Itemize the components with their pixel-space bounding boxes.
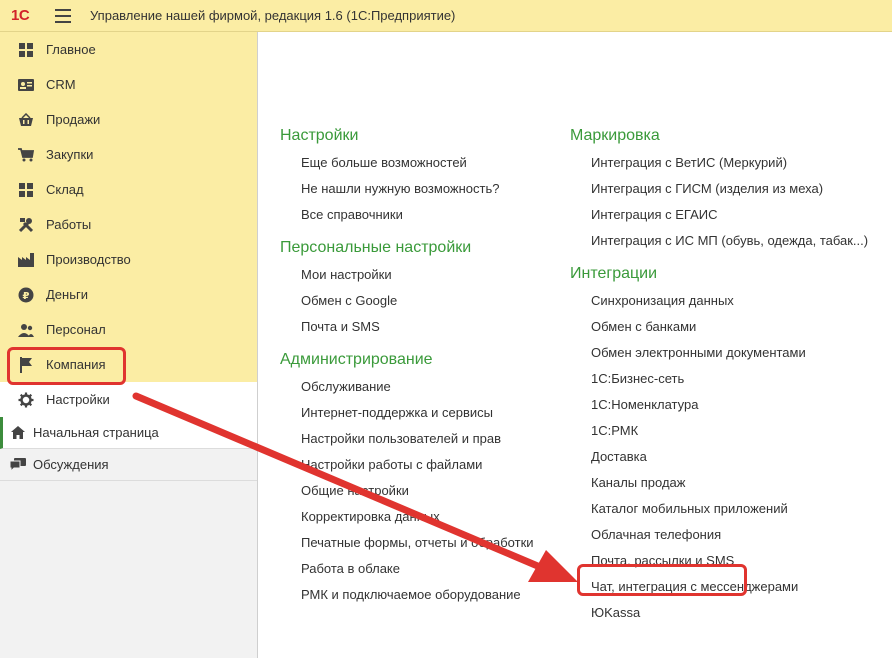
- group-title: Настройки: [280, 127, 359, 144]
- link-not-found-feature[interactable]: Не нашли нужную возможность?: [280, 176, 534, 202]
- link-cloud-telephony[interactable]: Облачная телефония: [570, 522, 868, 548]
- home-icon: [10, 425, 26, 441]
- left-column: Настройки Еще больше возможностей Не наш…: [280, 124, 534, 608]
- menu-icon[interactable]: [55, 9, 71, 23]
- discussions-item[interactable]: Обсуждения: [0, 449, 257, 481]
- section-label: Деньги: [46, 287, 88, 302]
- section-money[interactable]: ₽ Деньги: [0, 277, 257, 312]
- app-title: Управление нашей фирмой, редакция 1.6 (1…: [90, 8, 456, 23]
- section-sales[interactable]: Продажи: [0, 102, 257, 137]
- link-maintenance[interactable]: Обслуживание: [280, 374, 534, 400]
- section-crm[interactable]: CRM: [0, 67, 257, 102]
- section-label: Закупки: [46, 147, 94, 162]
- group-title: Маркировка: [570, 127, 660, 144]
- link-data-correction[interactable]: Корректировка данных: [280, 504, 534, 530]
- section-works[interactable]: Работы: [0, 207, 257, 242]
- section-purchases[interactable]: Закупки: [0, 137, 257, 172]
- section-production[interactable]: Производство: [0, 242, 257, 277]
- link-yukassa[interactable]: ЮKassa: [570, 600, 868, 626]
- contacts-icon: [17, 76, 35, 94]
- link-all-catalogs[interactable]: Все справочники: [280, 202, 534, 228]
- link-rmk[interactable]: 1С:РМК: [570, 418, 868, 444]
- section-main[interactable]: Главное: [0, 32, 257, 67]
- factory-icon: [17, 251, 35, 269]
- group-title: Персональные настройки: [280, 239, 472, 256]
- section-label: Главное: [46, 42, 96, 57]
- link-mail-sms[interactable]: Почта и SMS: [280, 314, 534, 340]
- settings-highlight: [7, 347, 126, 385]
- ruble-coin-icon: ₽: [17, 286, 35, 304]
- link-general-settings[interactable]: Общие настройки: [280, 478, 534, 504]
- section-personnel[interactable]: Персонал: [0, 312, 257, 347]
- link-gism[interactable]: Интеграция с ГИСМ (изделия из меха): [570, 176, 868, 202]
- section-settings[interactable]: Настройки: [0, 382, 257, 417]
- link-cloud-work[interactable]: Работа в облаке: [280, 556, 534, 582]
- link-file-settings[interactable]: Настройки работы с файлами: [280, 452, 534, 478]
- link-egais[interactable]: Интеграция с ЕГАИС: [570, 202, 868, 228]
- basket-icon: [17, 111, 35, 129]
- link-is-mp[interactable]: Интеграция с ИС МП (обувь, одежда, табак…: [570, 228, 868, 254]
- sections-panel: Главное CRM Продажи Закупки Склад Работы…: [0, 32, 257, 382]
- link-google-exchange[interactable]: Обмен с Google: [280, 288, 534, 314]
- link-data-sync[interactable]: Синхронизация данных: [570, 288, 868, 314]
- gear-icon: [17, 391, 35, 409]
- section-label: CRM: [46, 77, 76, 92]
- discussions-label: Обсуждения: [33, 457, 109, 472]
- link-edi[interactable]: Обмен электронными документами: [570, 340, 868, 366]
- link-pos-equipment[interactable]: РМК и подключаемое оборудование: [280, 582, 534, 608]
- boxes-icon: [17, 181, 35, 199]
- 1c-logo: 1С: [11, 7, 30, 24]
- right-column: Маркировка Интеграция с ВетИС (Меркурий)…: [570, 124, 868, 626]
- home-page-label: Начальная страница: [33, 425, 159, 440]
- link-mobile-apps[interactable]: Каталог мобильных приложений: [570, 496, 868, 522]
- section-label: Склад: [46, 182, 84, 197]
- home-page-item[interactable]: Начальная страница: [0, 417, 257, 449]
- section-label: Работы: [46, 217, 92, 232]
- sidebar: Главное CRM Продажи Закупки Склад Работы…: [0, 32, 258, 658]
- cart-icon: [17, 146, 35, 164]
- link-my-settings[interactable]: Мои настройки: [280, 262, 534, 288]
- section-label: Производство: [46, 252, 131, 267]
- main-panel: Настройки Еще больше возможностей Не наш…: [258, 32, 892, 658]
- link-user-rights[interactable]: Настройки пользователей и прав: [280, 426, 534, 452]
- title-bar: 1С Управление нашей фирмой, редакция 1.6…: [0, 0, 892, 32]
- tools-icon: [17, 216, 35, 234]
- link-print-forms[interactable]: Печатные формы, отчеты и обработки: [280, 530, 534, 556]
- group-title: Интеграции: [570, 265, 658, 282]
- group-title: Администрирование: [280, 351, 433, 368]
- section-warehouse[interactable]: Склад: [0, 172, 257, 207]
- link-sales-channels[interactable]: Каналы продаж: [570, 470, 868, 496]
- link-bank-exchange[interactable]: Обмен с банками: [570, 314, 868, 340]
- section-label: Персонал: [46, 322, 106, 337]
- link-internet-support[interactable]: Интернет-поддержка и сервисы: [280, 400, 534, 426]
- link-vetis[interactable]: Интеграция с ВетИС (Меркурий): [570, 150, 868, 176]
- grid-icon: [17, 41, 35, 59]
- people-icon: [17, 321, 35, 339]
- section-label: Настройки: [46, 392, 110, 407]
- link-more-features[interactable]: Еще больше возможностей: [280, 150, 534, 176]
- link-nomenclature[interactable]: 1С:Номенклатура: [570, 392, 868, 418]
- svg-text:₽: ₽: [23, 291, 30, 302]
- link-delivery[interactable]: Доставка: [570, 444, 868, 470]
- target-link-highlight: [577, 564, 747, 596]
- link-business-network[interactable]: 1С:Бизнес-сеть: [570, 366, 868, 392]
- chat-icon: [10, 457, 26, 473]
- section-label: Продажи: [46, 112, 101, 127]
